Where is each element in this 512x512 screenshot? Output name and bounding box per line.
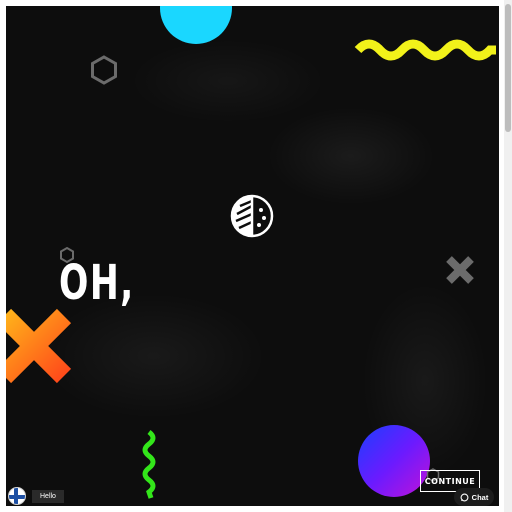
language-selector[interactable]: Hello <box>8 486 64 506</box>
background-stage: OH, <box>6 6 499 506</box>
cyan-circle-decoration <box>160 6 232 44</box>
pie-logo-icon <box>230 194 274 238</box>
scrollbar-thumb[interactable] <box>505 4 511 132</box>
hexagon-icon <box>91 55 117 85</box>
green-squiggle-icon <box>142 430 156 499</box>
orange-cross-icon <box>6 308 72 384</box>
finland-flag-icon <box>8 487 26 505</box>
page-scrollbar[interactable] <box>504 0 512 512</box>
chat-button[interactable]: Chat <box>454 488 494 506</box>
yellow-wave-icon <box>354 39 496 61</box>
chat-label: Chat <box>471 492 489 502</box>
gray-cross-icon <box>446 256 474 284</box>
greeting-label: Hello <box>32 489 64 503</box>
chat-bubble-icon <box>460 493 469 501</box>
page-headline: OH, <box>59 255 135 311</box>
